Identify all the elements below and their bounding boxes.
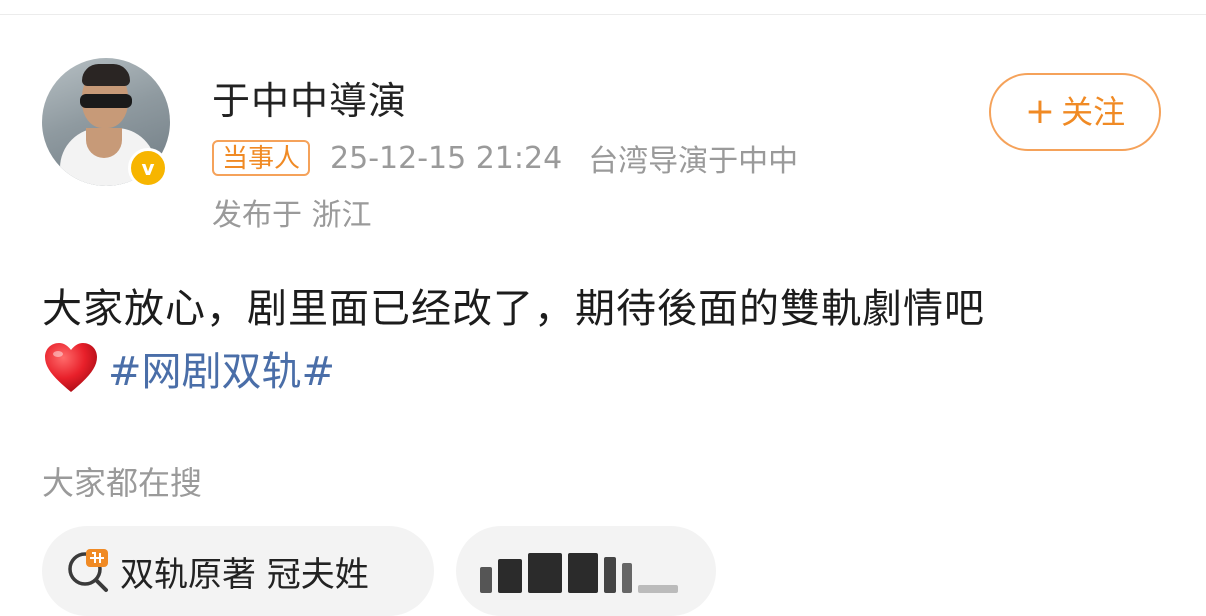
hashtag-link[interactable]: #网剧双轨# xyxy=(108,339,335,397)
post-source: 台湾导演于中中 xyxy=(588,144,799,179)
trending-search-text: 双轨原著 冠夫姓 xyxy=(120,554,369,595)
plus-icon: + xyxy=(1024,91,1056,132)
trending-search-item[interactable]: 双轨原著 冠夫姓 xyxy=(42,526,434,616)
author-name[interactable]: 于中中導演 xyxy=(212,70,407,125)
avatar-sunglasses xyxy=(80,94,132,108)
hot-search-icon xyxy=(68,549,108,592)
red-heart-icon xyxy=(45,343,97,392)
top-divider xyxy=(0,14,1206,15)
follow-button[interactable]: + 关注 xyxy=(989,73,1161,151)
trending-search-title: 大家都在搜 xyxy=(42,464,203,502)
role-badge: 当事人 xyxy=(212,140,311,176)
avatar-hair xyxy=(82,64,130,86)
post-location: 发布于 浙江 xyxy=(212,198,372,233)
verified-badge-icon: v xyxy=(128,148,168,188)
post-meta: 当事人 25-12-15 21:24 台湾导演于中中 xyxy=(212,138,824,179)
trending-search-item-redacted[interactable] xyxy=(456,526,716,616)
post-timestamp: 25-12-15 21:24 xyxy=(330,140,563,176)
redacted-text xyxy=(480,549,678,593)
post-text: 大家放心，剧里面已经改了，期待後面的雙軌劇情吧 xyxy=(42,286,985,332)
follow-button-label: 关注 xyxy=(1061,93,1126,131)
post-text-line2: #网剧双轨# xyxy=(42,340,335,396)
